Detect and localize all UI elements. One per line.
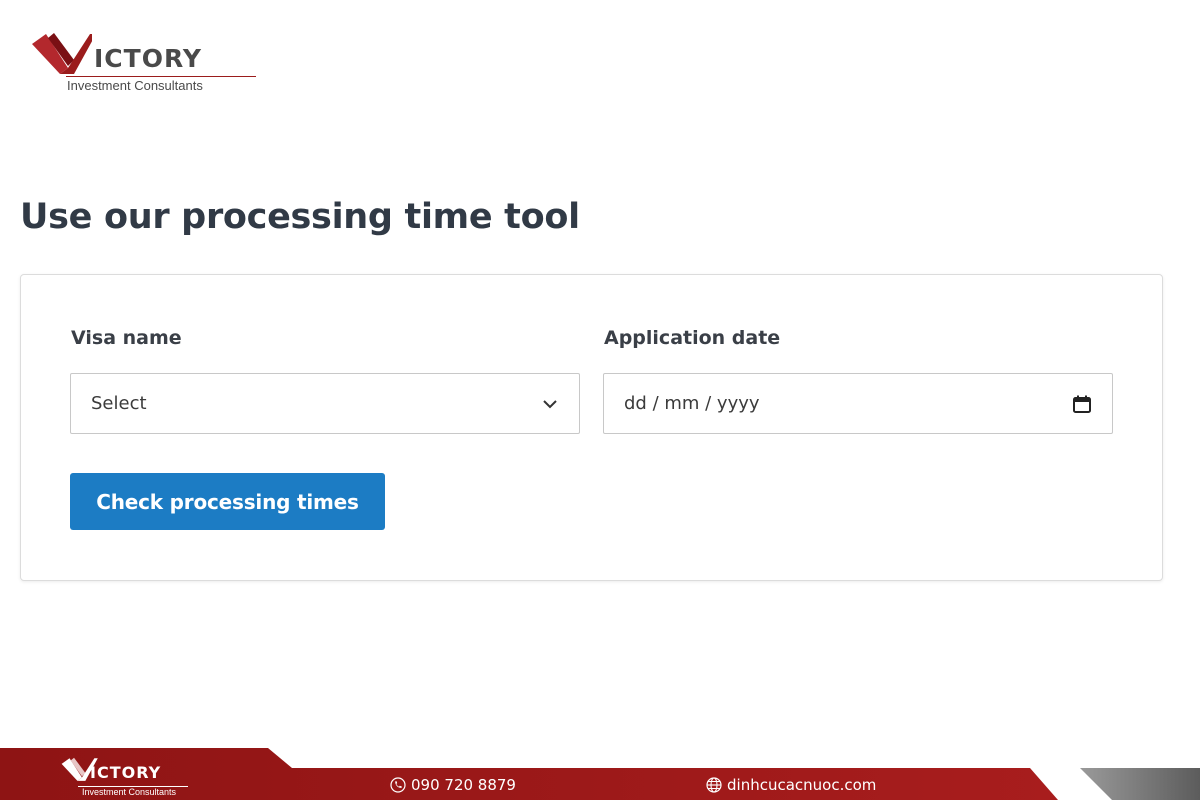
- chevron-down-icon: [543, 399, 557, 408]
- application-date-value: dd / mm / yyyy: [624, 393, 760, 414]
- phone-icon: [390, 777, 406, 793]
- footer-phone-text: 090 720 8879: [411, 776, 516, 794]
- footer-logo-tagline: Investment Consultants: [82, 787, 177, 797]
- globe-icon: [706, 777, 722, 793]
- calendar-icon[interactable]: [1072, 394, 1092, 414]
- visa-name-select[interactable]: Select: [70, 373, 580, 434]
- visa-name-label: Visa name: [71, 327, 182, 349]
- footer-phone[interactable]: 090 720 8879: [390, 776, 516, 794]
- page-title: Use our processing time tool: [20, 197, 580, 237]
- logo-tagline: Investment Consultants: [67, 78, 203, 93]
- application-date-input[interactable]: dd / mm / yyyy: [603, 373, 1113, 434]
- logo-rule: [66, 76, 256, 77]
- footer-logo: ICTORY Investment Consultants: [58, 756, 188, 797]
- footer-banner: ICTORY Investment Consultants 090 720 88…: [0, 744, 1200, 800]
- processing-time-form: Visa name Select Application date dd / m…: [20, 274, 1163, 581]
- visa-name-value: Select: [91, 393, 147, 414]
- footer-logo-wordmark: ICTORY: [90, 763, 162, 782]
- victory-logo-mark: [32, 33, 92, 74]
- victory-logo: ICTORY Investment Consultants: [30, 30, 256, 94]
- application-date-label: Application date: [604, 327, 781, 349]
- logo-wordmark: ICTORY: [94, 44, 202, 73]
- footer-website[interactable]: dinhcucacnuoc.com: [706, 776, 876, 794]
- check-processing-times-button[interactable]: Check processing times: [70, 473, 385, 530]
- footer-website-text: dinhcucacnuoc.com: [727, 776, 877, 794]
